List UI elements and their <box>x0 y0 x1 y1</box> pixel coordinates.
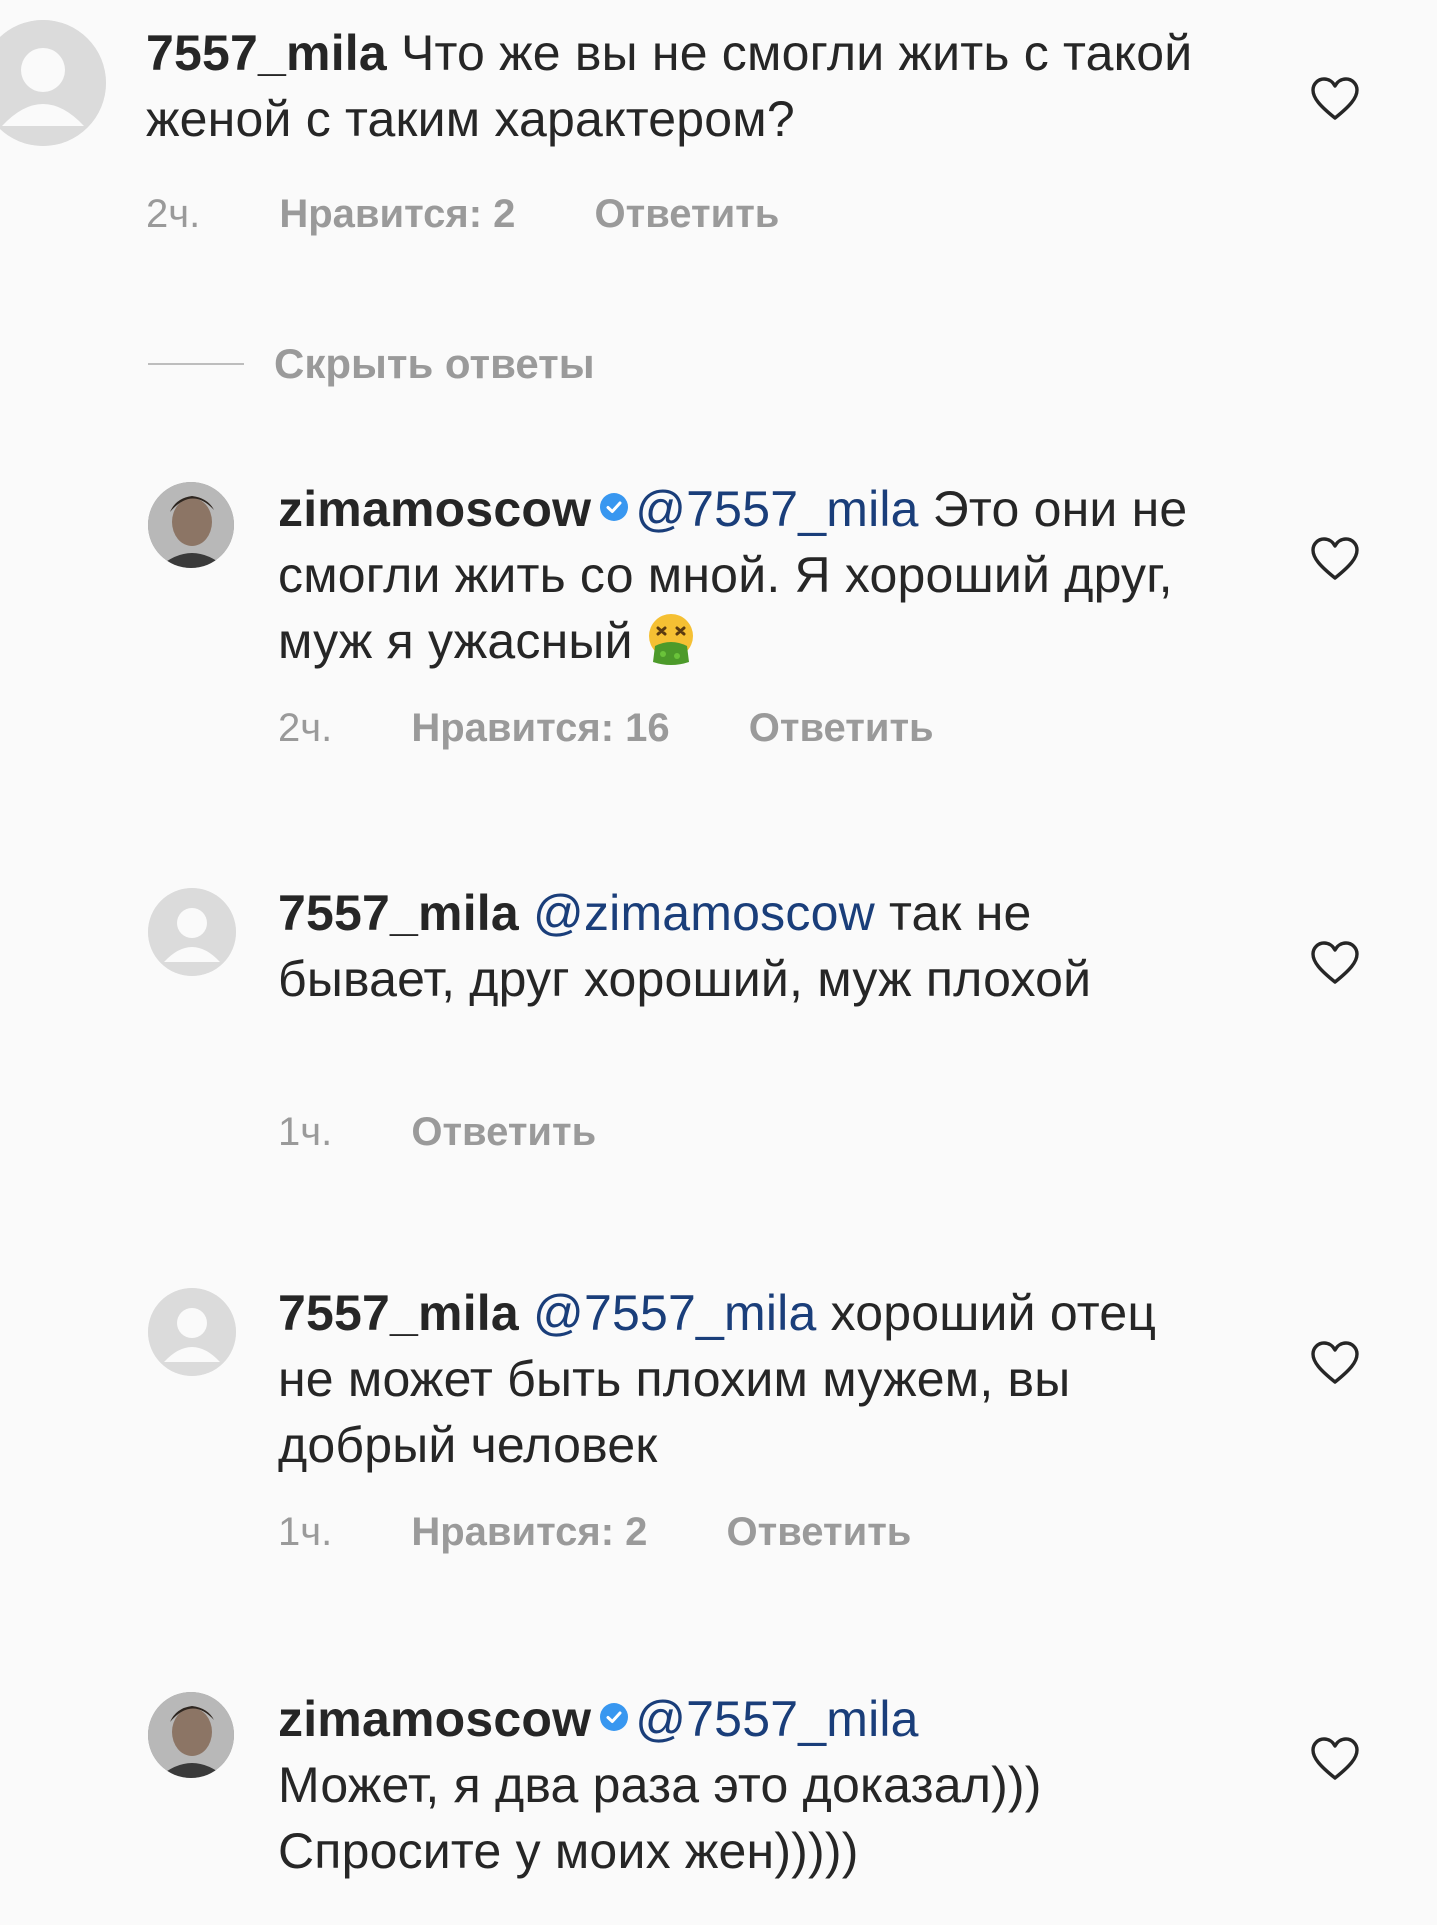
reply-body: zimamoscow @7557_mila Может, я два раза э… <box>278 1686 1238 1884</box>
reply-meta: 1ч. Нравится: 2 Ответить <box>278 1510 979 1555</box>
comment-item: 7557_mila Что же вы не смогли жить с так… <box>0 0 1437 260</box>
reply-body: zimamoscow @7557_mila Это они не смогли ж… <box>278 476 1238 674</box>
reply-time: 1ч. <box>278 1110 333 1154</box>
divider <box>148 363 244 365</box>
comment-username[interactable]: 7557_mila <box>146 25 387 81</box>
verified-badge-icon <box>600 1703 629 1731</box>
reply-username[interactable]: 7557_mila <box>278 885 519 941</box>
comment-body: 7557_mila Что же вы не смогли жить с так… <box>146 20 1246 152</box>
avatar[interactable] <box>148 1288 236 1376</box>
reply-username[interactable]: zimamoscow <box>278 481 591 537</box>
mention-link[interactable]: @7557_mila <box>533 1285 816 1341</box>
reply-button[interactable]: Ответить <box>749 706 934 750</box>
nauseated-face-emoji <box>648 614 693 665</box>
hide-replies-label: Скрыть ответы <box>274 340 595 387</box>
avatar[interactable] <box>148 1692 234 1778</box>
reply-button[interactable]: Ответить <box>411 1110 596 1154</box>
avatar[interactable] <box>148 482 234 568</box>
reply-button[interactable]: Ответить <box>727 1510 912 1554</box>
reply-body: 7557_mila @7557_mila хороший отец не мож… <box>278 1280 1158 1478</box>
likes-count-link[interactable]: Нравится: 2 <box>411 1510 647 1554</box>
reply-button[interactable]: Ответить <box>595 192 780 236</box>
likes-count-link[interactable]: Нравится: 2 <box>279 192 515 236</box>
reply-meta: 2ч. Нравится: 16 Ответить <box>278 706 1002 751</box>
reply-text: Может, я два раза это доказал))) Спросит… <box>278 1757 1042 1879</box>
mention-link[interactable]: @7557_mila <box>635 1691 918 1747</box>
profile-photo-icon <box>148 482 234 568</box>
reply-item: zimamoscow @7557_mila Это они не смогли ж… <box>0 470 1437 770</box>
reply-header: zimamoscow @7557_mila <box>278 1686 1238 1752</box>
mention-link[interactable]: @7557_mila <box>635 481 918 537</box>
hide-replies-toggle[interactable]: Скрыть ответы <box>148 334 595 394</box>
reply-time: 2ч. <box>278 706 333 750</box>
reply-item: 7557_mila @7557_mila хороший отец не мож… <box>0 1274 1437 1574</box>
heart-outline-icon[interactable] <box>1310 536 1360 582</box>
default-avatar-icon <box>148 888 236 976</box>
heart-outline-icon[interactable] <box>1310 940 1360 986</box>
reply-meta: 1ч. Ответить <box>278 1110 664 1155</box>
default-avatar-icon <box>0 20 106 146</box>
avatar[interactable] <box>148 888 236 976</box>
reply-username[interactable]: 7557_mila <box>278 1285 519 1341</box>
heart-outline-icon[interactable] <box>1310 76 1360 122</box>
reply-item: 7557_mila @zimamoscow так не бывает, дру… <box>0 874 1437 1174</box>
comment-time: 2ч. <box>146 192 201 236</box>
heart-outline-icon[interactable] <box>1310 1340 1360 1386</box>
reply-time: 1ч. <box>278 1510 333 1554</box>
default-avatar-icon <box>148 1288 236 1376</box>
profile-photo-icon <box>148 1692 234 1778</box>
mention-link[interactable]: @zimamoscow <box>533 885 875 941</box>
heart-outline-icon[interactable] <box>1310 1736 1360 1782</box>
reply-item: zimamoscow @7557_mila Может, я два раза э… <box>0 1680 1437 1925</box>
avatar[interactable] <box>0 20 106 146</box>
likes-count-link[interactable]: Нравится: 16 <box>411 706 669 750</box>
comment-meta: 2ч. Нравится: 2 Ответить <box>146 192 847 237</box>
reply-username[interactable]: zimamoscow <box>278 1691 591 1747</box>
reply-body: 7557_mila @zimamoscow так не бывает, дру… <box>278 880 1158 1012</box>
verified-badge-icon <box>600 493 629 521</box>
